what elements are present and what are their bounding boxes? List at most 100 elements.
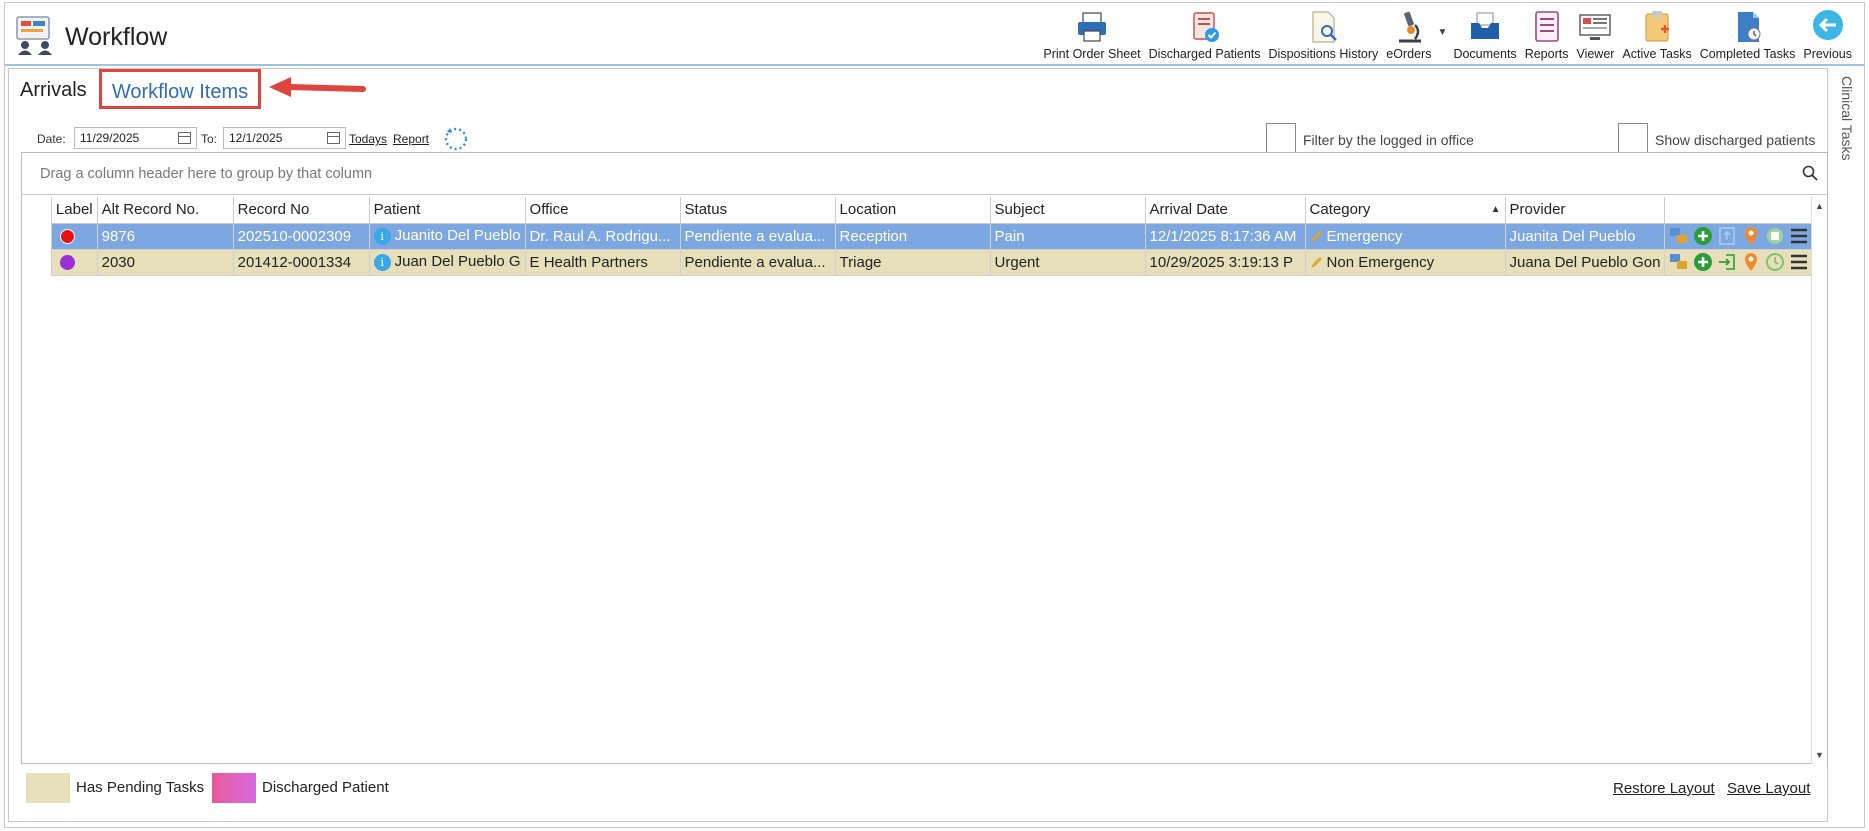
column-header-provider[interactable]: Provider	[1504, 197, 1666, 224]
documents-button[interactable]: Documents	[1449, 7, 1520, 63]
label-dot-icon	[59, 255, 75, 271]
menu-icon[interactable]	[1789, 252, 1809, 272]
transfer-icon[interactable]	[1669, 226, 1689, 246]
restore-layout-link[interactable]: Restore Layout	[1613, 780, 1715, 797]
pencil-icon[interactable]	[1310, 230, 1323, 243]
show-discharged-checkbox[interactable]	[1618, 123, 1648, 153]
notes-icon[interactable]	[1765, 226, 1785, 246]
info-icon[interactable]: i	[373, 227, 391, 245]
toolbar-label: Discharged Patients	[1148, 47, 1261, 61]
print-order-sheet-button[interactable]: Print Order Sheet	[1039, 7, 1144, 63]
status-cell: Pendiente a evalua...	[679, 222, 836, 250]
location-cell: Reception	[834, 222, 991, 250]
tab-arrivals[interactable]: Arrivals	[20, 79, 87, 102]
microscope-icon	[1398, 11, 1421, 43]
header-row: Label Alt Record No. Record No Patient O…	[36, 197, 1816, 224]
filter-row: Date: 11/29/2025 To: 12/1/2025 Todays Re…	[29, 123, 1819, 153]
active-tasks-button[interactable]: Active Tasks	[1618, 7, 1695, 63]
subject-cell: Pain	[989, 222, 1146, 250]
location-pin-icon[interactable]	[1741, 226, 1761, 246]
column-header-patient[interactable]: Patient	[368, 197, 526, 224]
reports-button[interactable]: Reports	[1521, 7, 1573, 63]
category-header-text: Category	[1309, 201, 1371, 219]
record-no-cell: 202510-0002309	[232, 222, 370, 250]
column-header-alt-record[interactable]: Alt Record No.	[96, 197, 234, 224]
discharged-patients-icon	[1192, 12, 1219, 42]
previous-button[interactable]: Previous	[1799, 7, 1856, 63]
label-dot-icon	[59, 229, 75, 245]
to-label: To:	[201, 132, 218, 146]
provider-cell: Juana Del Pueblo Gon	[1504, 248, 1666, 276]
documents-tray-icon	[1471, 12, 1500, 39]
toolbar-label: Viewer	[1576, 47, 1615, 61]
login-icon[interactable]	[1717, 252, 1737, 272]
eorders-button[interactable]: eOrders	[1382, 7, 1435, 63]
column-header-status[interactable]: Status	[679, 197, 836, 224]
vertical-scrollbar[interactable]: ▲ ▼	[1811, 197, 1827, 764]
actions-cell	[1664, 222, 1816, 250]
arrival-date-cell: 12/1/2025 8:17:36 AM	[1144, 222, 1306, 250]
pending-legend-label: Has Pending Tasks	[76, 779, 205, 796]
calendar-icon[interactable]	[327, 132, 340, 144]
column-header-location[interactable]: Location	[834, 197, 991, 224]
date-from-value: 11/29/2025	[80, 131, 140, 145]
patient-cell[interactable]: i Juan Del Pueblo G	[368, 248, 526, 276]
pencil-icon[interactable]	[1310, 256, 1323, 269]
category-cell: Non Emergency	[1304, 248, 1506, 276]
add-circle-icon[interactable]	[1693, 226, 1713, 246]
column-header-category[interactable]: Category ▲	[1304, 197, 1506, 224]
column-header-subject[interactable]: Subject	[989, 197, 1146, 224]
category-cell: Emergency	[1304, 222, 1506, 250]
group-by-panel[interactable]: Drag a column header here to group by th…	[22, 153, 1827, 195]
workflow-grid: Drag a column header here to group by th…	[21, 152, 1828, 764]
filter-office-checkbox[interactable]	[1266, 123, 1296, 153]
report-link[interactable]: Report	[393, 132, 429, 146]
eorders-dropdown-arrow[interactable]: ▼	[1435, 7, 1449, 63]
transfer-icon[interactable]	[1669, 252, 1689, 272]
completed-tasks-button[interactable]: Completed Tasks	[1696, 7, 1800, 63]
toolbar-label: Completed Tasks	[1699, 47, 1796, 61]
date-from-input[interactable]: 11/29/2025	[74, 127, 197, 149]
calendar-icon[interactable]	[178, 132, 191, 144]
history-icon[interactable]	[1765, 252, 1785, 272]
todays-link[interactable]: Todays	[349, 132, 387, 146]
dispositions-history-button[interactable]: Dispositions History	[1265, 7, 1383, 63]
add-circle-icon[interactable]	[1693, 252, 1713, 272]
menu-icon[interactable]	[1789, 226, 1809, 246]
patient-cell[interactable]: i Juanito Del Pueblo	[368, 222, 526, 250]
pending-swatch	[26, 773, 70, 803]
patient-name: Juanito Del Pueblo	[394, 227, 521, 245]
record-no-cell: 201412-0001334	[232, 248, 370, 276]
column-header-arrival-date[interactable]: Arrival Date	[1144, 197, 1306, 224]
clinical-tasks-tab[interactable]: Clinical Tasks	[1833, 68, 1865, 268]
toolbar: Print Order Sheet Discharged Patients Di…	[1039, 7, 1856, 63]
office-cell: E Health Partners	[524, 248, 681, 276]
column-header-label[interactable]: Label	[50, 197, 98, 224]
column-header-office[interactable]: Office	[524, 197, 681, 224]
column-header-record-no[interactable]: Record No	[232, 197, 370, 224]
workflow-logo-icon	[16, 16, 52, 55]
sort-ascending-icon: ▲	[1490, 204, 1501, 216]
subject-cell: Urgent	[989, 248, 1146, 276]
tab-workflow-items[interactable]: Workflow Items	[99, 69, 261, 109]
scroll-down-icon[interactable]: ▼	[1815, 750, 1824, 760]
info-icon[interactable]: i	[373, 253, 391, 271]
date-to-input[interactable]: 12/1/2025	[223, 127, 346, 149]
table-row[interactable]: 2030 201412-0001334 i Juan Del Pueblo G E…	[36, 248, 1816, 276]
refresh-icon[interactable]	[443, 126, 469, 152]
location-pin-icon[interactable]	[1741, 252, 1761, 272]
viewer-button[interactable]: Viewer	[1572, 7, 1618, 63]
save-layout-link[interactable]: Save Layout	[1727, 780, 1810, 797]
table-row[interactable]: ▶ 9876 202510-0002309 i Juanito Del Puebl…	[36, 222, 1816, 250]
filter-office-label: Filter by the logged in office	[1303, 132, 1474, 148]
date-label: Date:	[37, 132, 66, 146]
discharged-patients-button[interactable]: Discharged Patients	[1145, 7, 1265, 63]
scroll-up-icon[interactable]: ▲	[1815, 201, 1824, 211]
provider-cell: Juanita Del Pueblo	[1504, 222, 1666, 250]
row-indicator	[36, 249, 52, 275]
search-icon[interactable]	[1802, 165, 1818, 181]
upload-icon[interactable]	[1717, 226, 1737, 246]
location-cell: Triage	[834, 248, 991, 276]
toolbar-label: eOrders	[1386, 47, 1432, 61]
toolbar-label: Reports	[1524, 47, 1569, 61]
